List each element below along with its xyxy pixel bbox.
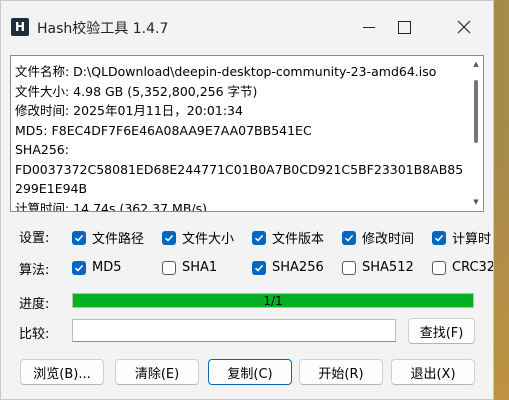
result-line-sha256-label: SHA256: (15, 142, 69, 157)
close-button[interactable] (441, 11, 487, 43)
checkbox-label: SHA512 (362, 260, 414, 275)
checkbox-sha256[interactable]: SHA256 (252, 260, 324, 275)
progress-bar: 1/1 (72, 293, 474, 308)
checkbox-file-size[interactable]: 文件大小 (162, 228, 234, 247)
algorithm-row: 算法: (19, 259, 73, 278)
result-line-filesize: 文件大小: 4.98 GB (5,352,800,256 字节) (15, 83, 258, 99)
title-bar[interactable]: H Hash校验工具 1.4.7 (1, 1, 493, 53)
checkbox-md5[interactable]: MD5 (72, 260, 122, 275)
checkbox-file-path[interactable]: 文件路径 (72, 228, 144, 247)
scroll-up-icon[interactable]: ▲ (472, 60, 480, 68)
checkbox-checked-icon (252, 230, 266, 245)
compare-input[interactable] (72, 319, 396, 342)
app-window: H Hash校验工具 1.4.7 文件名称: D:\QLDownload\dee… (0, 0, 494, 400)
browse-button[interactable]: 浏览(B)... (20, 359, 104, 385)
app-icon: H (11, 18, 29, 36)
result-line-md5: MD5: F8EC4DF7F6E46A08AA9E7AA07BB541EC (15, 122, 312, 138)
checkbox-checked-icon (342, 230, 356, 245)
checkbox-checked-icon (252, 260, 266, 275)
checkbox-unchecked-icon (432, 260, 446, 275)
result-line-time: 计算时间: 14.74s (362.37 MB/s) (15, 200, 208, 212)
checkbox-label: 修改时间 (362, 232, 415, 247)
algorithm-label: 算法: (19, 263, 50, 278)
scroll-down-icon[interactable]: ▼ (472, 198, 480, 206)
checkbox-sha1[interactable]: SHA1 (162, 260, 217, 275)
progress-text: 1/1 (263, 293, 283, 308)
close-icon (457, 20, 471, 34)
vertical-scrollbar[interactable]: ▲ ▼ (471, 58, 481, 208)
checkbox-modified-time[interactable]: 修改时间 (342, 228, 414, 247)
checkbox-label: SHA256 (272, 260, 324, 275)
checkbox-checked-icon (72, 230, 86, 245)
progress-label: 进度: (19, 297, 50, 312)
scrollbar-thumb[interactable] (474, 80, 478, 143)
start-button[interactable]: 开始(R) (299, 359, 383, 385)
progress-row: 进度: (19, 293, 73, 312)
exit-button[interactable]: 退出(X) (391, 359, 475, 385)
checkbox-unchecked-icon (162, 260, 176, 275)
find-button[interactable]: 查找(F) (408, 318, 475, 344)
copy-button[interactable]: 复制(C) (208, 359, 292, 385)
maximize-button[interactable] (381, 11, 427, 43)
result-line-sha256: FD0037372C58081ED68E244771C01B0A7B0CD921… (15, 161, 464, 197)
checkbox-label: 计算时 (452, 232, 492, 247)
window-title: Hash校验工具 1.4.7 (37, 21, 169, 37)
checkbox-file-version[interactable]: 文件版本 (252, 228, 324, 247)
minimize-icon (363, 26, 375, 28)
clear-button[interactable]: 清除(E) (115, 359, 199, 385)
checkbox-checked-icon (432, 230, 446, 245)
settings-label: 设置: (19, 231, 50, 246)
result-text: 文件名称: D:\QLDownload\deepin-desktop-commu… (15, 62, 467, 212)
checkbox-label: SHA1 (182, 260, 218, 275)
result-textbox[interactable]: 文件名称: D:\QLDownload\deepin-desktop-commu… (10, 55, 484, 212)
checkbox-label: 文件路径 (92, 232, 145, 247)
checkbox-checked-icon (162, 230, 176, 245)
checkbox-checked-icon (72, 260, 86, 275)
compare-row: 比较: (19, 323, 73, 342)
settings-row: 设置: (19, 227, 73, 246)
checkbox-crc32[interactable]: CRC32 (432, 260, 494, 275)
checkbox-unchecked-icon (342, 260, 356, 275)
checkbox-sha512[interactable]: SHA512 (342, 260, 414, 275)
checkbox-label: 文件大小 (182, 232, 235, 247)
result-line-filename: 文件名称: D:\QLDownload\deepin-desktop-commu… (15, 64, 437, 79)
checkbox-label: MD5 (92, 260, 122, 275)
maximize-icon (397, 20, 411, 34)
compare-label: 比较: (19, 327, 50, 342)
result-line-modified: 修改时间: 2025年01月11日，20:01:34 (15, 103, 243, 118)
checkbox-label: CRC32 (452, 260, 494, 275)
checkbox-label: 文件版本 (272, 232, 325, 247)
checkbox-calc-time[interactable]: 计算时 (432, 228, 491, 247)
